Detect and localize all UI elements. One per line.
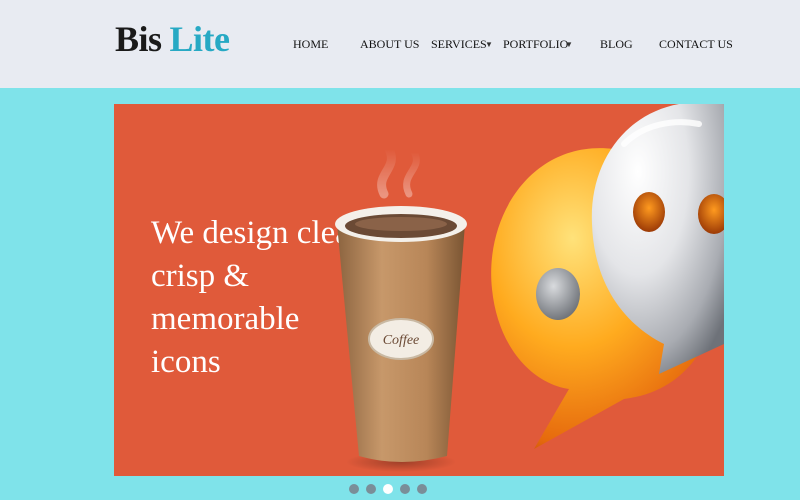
chevron-down-icon[interactable]: ▼ (485, 37, 493, 53)
hero-headline-line: icons (151, 344, 221, 380)
hero-headline-line: We design clean, (151, 215, 375, 251)
slider-dot[interactable] (366, 484, 376, 494)
hero-slider[interactable]: We design clean, crisp & memorable icons (114, 104, 724, 476)
chat-bubbles-image (491, 104, 724, 449)
slider-dot[interactable] (400, 484, 410, 494)
slider-dot[interactable] (417, 484, 427, 494)
nav-item-home[interactable]: HOME (293, 37, 328, 51)
slider-pagination (349, 484, 430, 496)
slider-dot-active[interactable] (383, 484, 393, 494)
nav-item-contact-us[interactable]: CONTACT US (659, 37, 733, 51)
coffee-cup-image: Coffee (335, 144, 467, 472)
main-nav: HOME ABOUT US SERVICES ▼ PORTFOLIO ▼ BLO… (0, 37, 800, 53)
site-header: Bis Lite HOME ABOUT US SERVICES ▼ PORTFOL… (0, 0, 800, 88)
nav-item-portfolio[interactable]: PORTFOLIO (503, 37, 568, 51)
hero-headline-line: memorable (151, 301, 300, 337)
nav-item-blog[interactable]: BLOG (600, 37, 633, 51)
hero-headline-line: crisp & (151, 258, 250, 294)
nav-item-about-us[interactable]: ABOUT US (360, 37, 419, 51)
slider-dot[interactable] (349, 484, 359, 494)
nav-item-services[interactable]: SERVICES (431, 37, 487, 51)
hero-headline: We design clean, crisp & memorable icons (151, 212, 375, 384)
chevron-down-icon[interactable]: ▼ (565, 37, 573, 53)
cup-label-text: Coffee (383, 333, 420, 348)
